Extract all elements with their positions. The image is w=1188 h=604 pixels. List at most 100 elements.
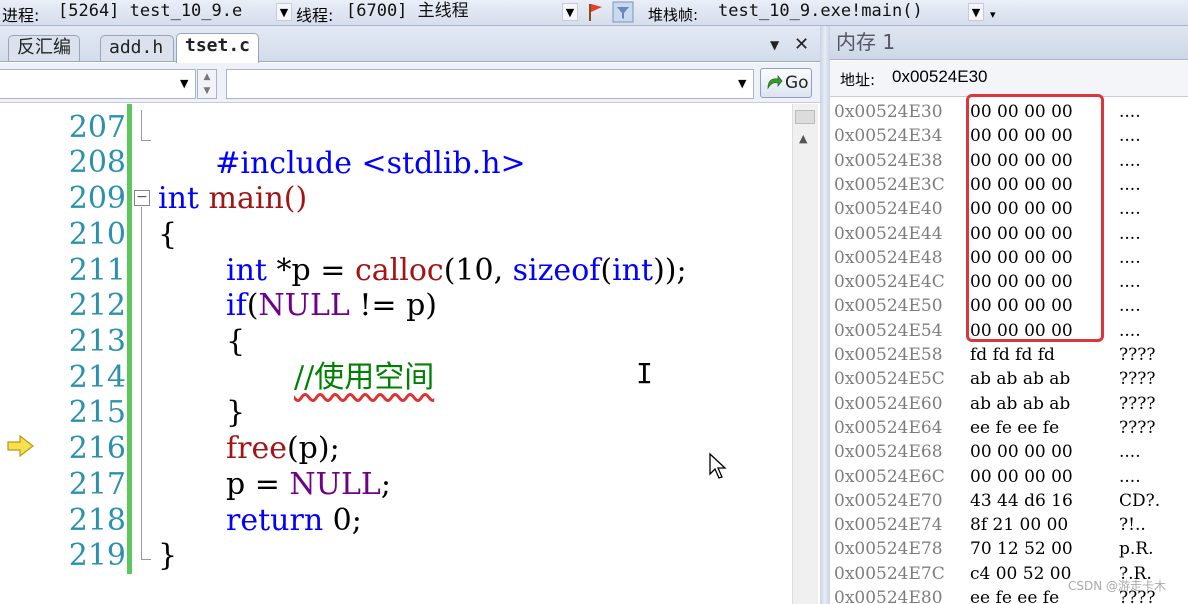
memory-row[interactable]: 0x00524E58 fd fd fd fd???? — [830, 343, 1188, 367]
tab-list-dropdown-icon[interactable]: ▼ — [770, 38, 779, 52]
scrollbar-split-handle[interactable] — [795, 110, 815, 124]
code-token: sizeof — [512, 253, 601, 288]
memory-row-ascii: ???? — [1119, 393, 1156, 414]
tab-tset-c[interactable]: tset.c — [176, 33, 260, 63]
code-token: != p) — [349, 288, 437, 323]
member-select[interactable] — [226, 69, 754, 99]
navigation-bar: ▼ ▲ ▼ ▼ Go — [0, 63, 820, 103]
fold-guide — [141, 207, 142, 559]
memory-row-address: 0x00524E58 — [834, 345, 943, 365]
memory-row-ascii: .... — [1119, 272, 1141, 293]
memory-row-bytes: 00 00 00 00 — [970, 442, 1073, 463]
scope-select[interactable] — [0, 69, 196, 99]
process-select[interactable]: [5264] test_10_9.e — [58, 1, 276, 23]
scope-dropdown-arrow[interactable]: ▼ — [180, 77, 188, 90]
thread-select[interactable]: [6700] 主线程 — [346, 1, 558, 23]
memory-row-address: 0x00524E3C — [834, 174, 945, 195]
memory-row-address: 0x00524E40 — [834, 199, 943, 220]
code-token: main() — [198, 181, 308, 216]
mouse-pointer-icon — [709, 452, 727, 479]
code-line-211: int *p = calloc(10, sizeof(int)); — [226, 253, 687, 289]
line-number: 213 — [68, 324, 126, 359]
collapse-main-icon[interactable]: − — [134, 190, 150, 206]
line-number: 214 — [68, 360, 126, 395]
flag-thread-icon[interactable] — [584, 1, 606, 23]
memory-row-address: 0x00524E60 — [834, 393, 943, 414]
line-number: 210 — [68, 217, 126, 252]
memory-row-ascii: .... — [1119, 199, 1141, 220]
memory-row-ascii: .... — [1119, 466, 1141, 487]
address-label: 地址: — [840, 71, 876, 89]
code-line-213: { — [226, 324, 246, 359]
scope-spinner[interactable]: ▲ ▼ — [197, 69, 217, 99]
go-label: Go — [785, 73, 809, 93]
line-number: 209 — [68, 181, 126, 216]
text-ibeam-cursor-icon: I — [636, 357, 653, 390]
editor-vertical-scrollbar[interactable]: ▲ — [792, 104, 818, 604]
memory-row[interactable]: 0x00524E74 8f 21 00 00?!.. — [830, 513, 1188, 537]
close-tab-icon[interactable]: ✕ — [794, 34, 809, 55]
stack-frame-select[interactable]: test_10_9.exe!main() — [718, 1, 968, 23]
memory-row-bytes: 43 44 d6 16 — [970, 490, 1073, 511]
member-dropdown-arrow[interactable]: ▼ — [738, 77, 746, 90]
memory-row[interactable]: 0x00524E64 ee fe ee fe???? — [830, 416, 1188, 440]
memory-row-bytes: 70 12 52 00 — [970, 539, 1073, 560]
memory-address-bar: 地址: 0x00524E30 — [830, 61, 1188, 97]
memory-row-bytes: ee fe ee fe — [970, 588, 1060, 604]
memory-row-address: 0x00524E64 — [834, 417, 943, 438]
watermark: CSDN @游走卡木 — [1068, 579, 1167, 593]
code-token: )); — [653, 253, 687, 288]
memory-row[interactable]: 0x00524E6C 00 00 00 00.... — [830, 465, 1188, 489]
code-line-215: } — [226, 395, 246, 430]
go-button[interactable]: Go — [760, 68, 812, 98]
fold-end-marker — [141, 140, 151, 141]
memory-row[interactable]: 0x00524E78 70 12 52 00 p.R. — [830, 537, 1188, 561]
memory-row[interactable]: 0x00524E60 ab ab ab ab???? — [830, 392, 1188, 416]
memory-row-address: 0x00524E4C — [834, 272, 945, 293]
memory-window-title: 内存 1 — [830, 26, 1188, 60]
toolbar-overflow-icon[interactable]: ▾ — [990, 8, 996, 21]
memory-row-address: 0x00524E38 — [834, 150, 943, 171]
code-line-209: int main() — [158, 181, 307, 217]
code-token: return — [226, 503, 324, 538]
code-text-area[interactable]: 207 208 209 210 211 212 213 214 215 216 … — [0, 104, 790, 604]
go-arrow-icon — [767, 74, 783, 90]
scroll-up-arrow-icon[interactable]: ▲ — [799, 132, 807, 145]
memory-window: 内存 1 地址: 0x00524E30 0x00524E30 00 00 00 0… — [830, 26, 1188, 604]
code-token: p = — [226, 467, 290, 502]
code-line-218: return 0; — [226, 503, 362, 539]
code-token: NULL — [289, 467, 381, 502]
process-label: 进程: — [2, 6, 40, 25]
tab-disassembly[interactable]: 反汇编 — [8, 35, 80, 61]
memory-row-ascii: p.R. — [1119, 539, 1154, 560]
memory-row-address: 0x00524E80 — [834, 588, 943, 604]
memory-row-address: 0x00524E5C — [834, 369, 945, 390]
code-token: ( — [246, 288, 259, 323]
line-number: 212 — [68, 288, 126, 323]
changed-lines-indicator — [127, 104, 132, 574]
memory-row[interactable]: 0x00524E68 00 00 00 00.... — [830, 440, 1188, 464]
stack-frame-dropdown-arrow[interactable]: ▼ — [968, 3, 984, 21]
memory-row[interactable]: 0x00524E5C ab ab ab ab???? — [830, 367, 1188, 391]
tab-add-h[interactable]: add.h — [100, 35, 174, 61]
code-line-219: } — [158, 538, 178, 573]
memory-row[interactable]: 0x00524E70 43 44 d6 16 CD?. — [830, 489, 1188, 513]
memory-row-bytes: fd fd fd fd — [970, 345, 1055, 365]
code-token: int — [612, 253, 654, 288]
memory-row-ascii: .... — [1119, 174, 1141, 195]
memory-row-bytes: ab ab ab ab — [970, 369, 1071, 390]
breakpoint-gutter[interactable] — [0, 104, 36, 604]
address-input[interactable]: 0x00524E30 — [892, 67, 987, 87]
code-token: (10, — [443, 253, 513, 288]
memory-row-address: 0x00524E68 — [834, 442, 943, 463]
line-number: 217 — [68, 467, 126, 502]
filter-threads-icon[interactable] — [612, 1, 634, 23]
memory-row-ascii: .... — [1119, 442, 1141, 463]
line-number: 207 — [68, 110, 126, 145]
process-dropdown-arrow[interactable]: ▼ — [276, 3, 292, 21]
code-editor-pane: 反汇编 add.h tset.c ▼ ✕ ▼ ▲ ▼ ▼ Go 207 208 2… — [0, 26, 820, 604]
pane-splitter[interactable] — [820, 26, 830, 604]
thread-dropdown-arrow[interactable]: ▼ — [562, 3, 578, 21]
memory-row-ascii: .... — [1119, 320, 1141, 341]
fold-guide — [141, 110, 142, 140]
